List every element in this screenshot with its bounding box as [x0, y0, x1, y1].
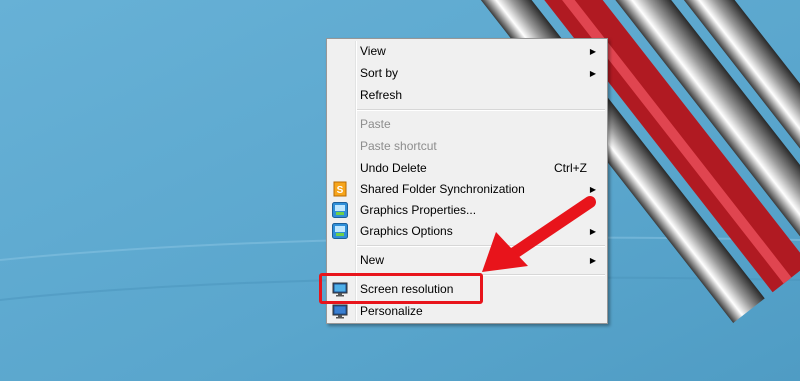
menu-item-label: New — [360, 253, 385, 267]
menu-item-refresh[interactable]: Refresh — [329, 85, 605, 106]
sync-icon: S — [333, 181, 347, 197]
menu-item-label: Undo Delete — [360, 161, 427, 175]
menu-item-undo-delete[interactable]: Undo Delete Ctrl+Z — [329, 158, 605, 179]
menu-item-label: Graphics Properties... — [360, 203, 477, 217]
menu-item-label: Paste shortcut — [360, 139, 437, 153]
menu-item-label: Paste — [360, 117, 391, 131]
menu-item-label: Sort by — [360, 66, 399, 80]
menu-item-sort-by[interactable]: Sort by ▶ — [329, 63, 605, 84]
annotation-highlight-box — [319, 273, 483, 304]
submenu-arrow-icon: ▶ — [589, 47, 596, 56]
menu-item-view[interactable]: View ▶ — [329, 41, 605, 62]
menu-item-paste-shortcut[interactable]: Paste shortcut — [329, 136, 605, 157]
menu-item-label: Personalize — [360, 304, 423, 318]
menu-separator — [357, 109, 605, 111]
graphics-icon — [332, 202, 348, 218]
menu-item-personalize[interactable]: Personalize — [329, 301, 605, 322]
graphics-icon — [332, 223, 348, 239]
submenu-arrow-icon: ▶ — [589, 69, 596, 78]
menu-item-shortcut: Ctrl+Z — [554, 161, 587, 175]
annotation-arrow-icon — [482, 196, 596, 272]
menu-item-label: View — [360, 44, 386, 58]
menu-item-label: Graphics Options — [360, 224, 453, 238]
monitor-icon — [332, 304, 348, 319]
menu-item-paste[interactable]: Paste — [329, 114, 605, 135]
menu-item-label: Refresh — [360, 88, 403, 102]
svg-text:S: S — [337, 185, 344, 196]
